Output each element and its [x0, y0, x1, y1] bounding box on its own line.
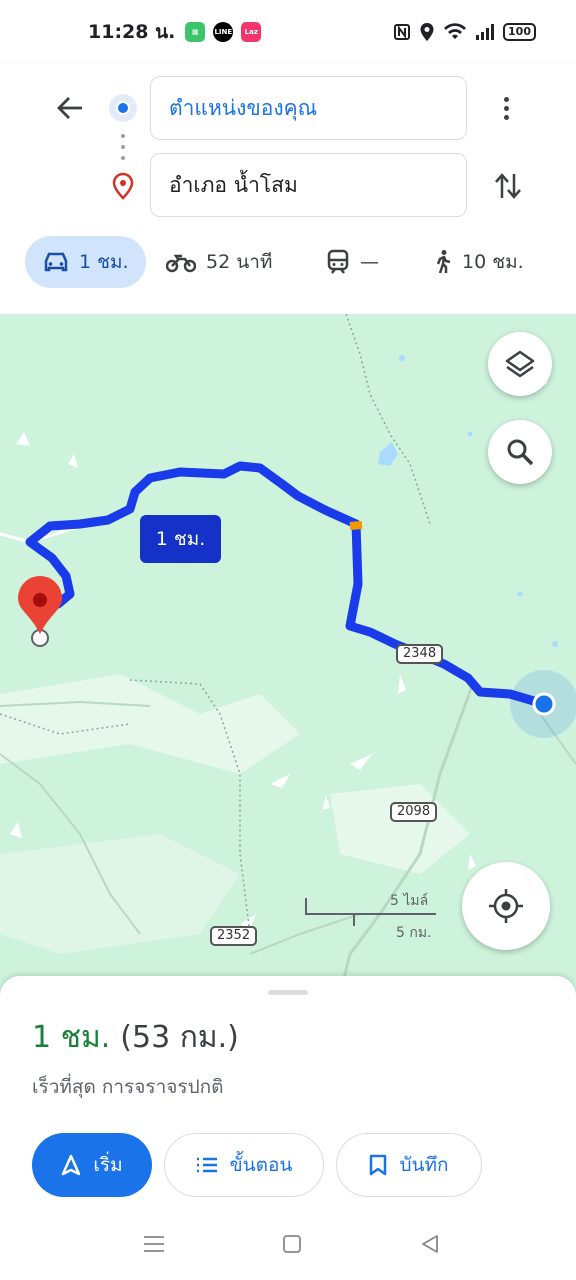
scale-km: 5 กม. — [396, 925, 432, 941]
route-summary: 1 ชม. (53 กม.) — [32, 1014, 239, 1061]
steps-button[interactable]: ขั้นตอน — [164, 1133, 324, 1197]
scale-miles: 5 ไมล์ — [390, 893, 429, 909]
mode-walk[interactable]: 10 ชม. — [432, 236, 524, 288]
save-button[interactable]: บันทึก — [336, 1133, 482, 1197]
mode-motorcycle[interactable]: 52 นาที — [166, 236, 272, 288]
layers-button[interactable] — [488, 332, 552, 396]
battery-indicator: 100 — [503, 23, 536, 41]
wifi-icon — [443, 23, 467, 41]
start-button[interactable]: เริ่ม — [32, 1133, 152, 1197]
mode-transit[interactable]: — — [326, 236, 379, 288]
route-sheet: 1 ชม. (53 กม.) เร็วที่สุด การจราจรปกติ เ… — [0, 976, 576, 1206]
search-icon — [507, 439, 534, 466]
swap-direction-icon[interactable] — [488, 166, 528, 206]
nfc-icon — [393, 23, 411, 41]
menu-icon[interactable] — [142, 1232, 166, 1256]
car-icon — [44, 252, 68, 272]
route-time: 1 ชม. — [32, 1020, 111, 1055]
back-button[interactable] — [50, 88, 90, 128]
drive-time: 1 ชม. — [79, 251, 129, 273]
more-options-icon[interactable] — [490, 88, 522, 128]
mode-drive[interactable]: 1 ชม. — [25, 236, 146, 288]
drag-handle[interactable] — [268, 990, 308, 995]
layers-icon — [505, 350, 535, 378]
status-bar: 11:28 น. ▦ LINE Laz 100 — [0, 0, 576, 64]
walk-time: 10 ชม. — [462, 251, 524, 273]
destination-field[interactable]: อำเภอ น้ำโสม — [150, 153, 467, 217]
status-time: 11:28 น. — [88, 21, 176, 43]
train-icon — [327, 249, 349, 274]
back-arrow-icon — [57, 97, 82, 119]
calendar-app-icon: ▦ — [185, 22, 206, 42]
transit-time: — — [360, 251, 379, 273]
route-distance: (53 กม.) — [120, 1020, 239, 1055]
motorcycle-time: 52 นาที — [206, 251, 273, 273]
list-icon — [196, 1157, 217, 1173]
route-subtitle: เร็วที่สุด การจราจรปกติ — [32, 1076, 224, 1098]
origin-field[interactable]: ตำแหน่งของคุณ — [150, 76, 467, 140]
travel-modes: 1 ชม. 52 นาที — 10 ชม. — [0, 236, 576, 292]
home-square-icon[interactable] — [280, 1232, 304, 1256]
destination-pin-icon — [110, 172, 136, 204]
road-shield: 2098 — [390, 802, 438, 822]
map-view[interactable]: 1 ชม. 2348 2098 2352 5 ไมล์ 5 กม. — [0, 314, 576, 994]
crosshair-icon — [489, 889, 523, 923]
search-along-route-button[interactable] — [488, 420, 552, 484]
directions-header: ตำแหน่งของคุณ อำเภอ น้ำโสม 1 ชม. 52 นาที… — [0, 64, 576, 314]
route-duration-label[interactable]: 1 ชม. — [140, 515, 221, 563]
location-icon — [419, 22, 435, 42]
bookmark-icon — [370, 1154, 387, 1176]
road-shield: 2348 — [396, 644, 444, 664]
route-connector — [121, 134, 125, 160]
origin-dot-icon — [109, 94, 137, 122]
motorcycle-icon — [166, 254, 196, 273]
start-label: เริ่ม — [93, 1154, 123, 1176]
system-nav-bar — [0, 1206, 576, 1280]
signal-icon — [475, 24, 495, 40]
lazada-app-icon: Laz — [241, 22, 262, 42]
steps-label: ขั้นตอน — [229, 1154, 293, 1176]
line-app-icon: LINE — [213, 22, 234, 42]
my-location-button[interactable] — [462, 862, 550, 950]
save-label: บันทึก — [399, 1154, 449, 1176]
navigation-arrow-icon — [62, 1154, 81, 1176]
back-triangle-icon[interactable] — [418, 1232, 442, 1256]
road-shield: 2352 — [210, 926, 258, 946]
walk-icon — [436, 250, 451, 274]
